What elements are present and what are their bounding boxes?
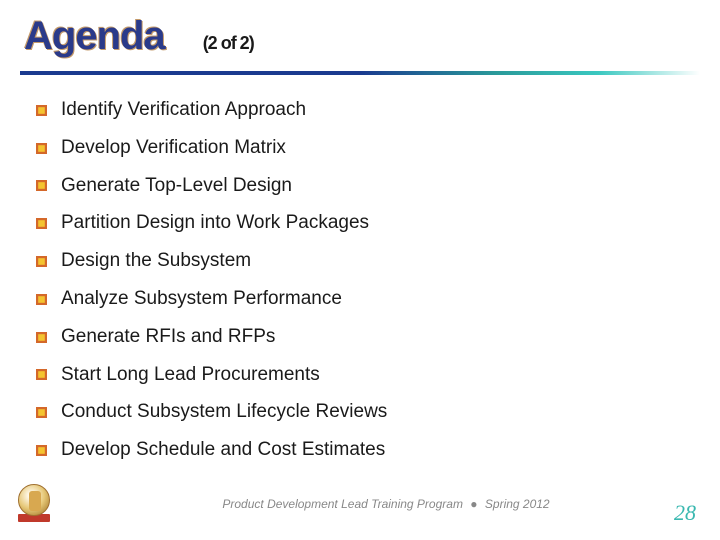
bullet-icon: [36, 369, 47, 380]
slide-content: Identify Verification Approach Develop V…: [0, 75, 720, 462]
slide-title: Agenda: [24, 14, 165, 59]
bullet-icon: [36, 218, 47, 229]
list-item-text: Start Long Lead Procurements: [61, 364, 320, 387]
page-number: 28: [674, 500, 696, 526]
list-item-text: Design the Subsystem: [61, 250, 251, 273]
list-item-text: Identify Verification Approach: [61, 99, 306, 122]
bullet-icon: [36, 407, 47, 418]
footer-separator: ●: [470, 497, 477, 511]
list-item-text: Generate Top-Level Design: [61, 175, 292, 198]
list-item: Develop Verification Matrix: [36, 137, 720, 160]
list-item-text: Conduct Subsystem Lifecycle Reviews: [61, 401, 387, 424]
bullet-icon: [36, 445, 47, 456]
bullet-icon: [36, 256, 47, 267]
bullet-icon: [36, 105, 47, 116]
list-item: Generate RFIs and RFPs: [36, 326, 720, 349]
bullet-icon: [36, 332, 47, 343]
list-item: Develop Schedule and Cost Estimates: [36, 439, 720, 462]
slide-header: Agenda (2 of 2): [0, 0, 720, 59]
list-item: Partition Design into Work Packages: [36, 212, 720, 235]
list-item: Identify Verification Approach: [36, 99, 720, 122]
list-item-text: Develop Verification Matrix: [61, 137, 286, 160]
list-item-text: Partition Design into Work Packages: [61, 212, 369, 235]
slide-footer: Product Development Lead Training Progra…: [0, 484, 720, 524]
list-item: Design the Subsystem: [36, 250, 720, 273]
list-item: Generate Top-Level Design: [36, 175, 720, 198]
list-item-text: Develop Schedule and Cost Estimates: [61, 439, 385, 462]
footer-term: Spring 2012: [485, 497, 550, 511]
footer-text: Product Development Lead Training Progra…: [52, 497, 720, 511]
page-indicator: (2 of 2): [203, 33, 254, 54]
footer-logo-icon: [18, 484, 52, 524]
bullet-icon: [36, 180, 47, 191]
list-item-text: Generate RFIs and RFPs: [61, 326, 275, 349]
bullet-icon: [36, 294, 47, 305]
list-item: Analyze Subsystem Performance: [36, 288, 720, 311]
agenda-list: Identify Verification Approach Develop V…: [36, 99, 720, 462]
bullet-icon: [36, 143, 47, 154]
footer-program: Product Development Lead Training Progra…: [222, 497, 463, 511]
list-item-text: Analyze Subsystem Performance: [61, 288, 342, 311]
list-item: Conduct Subsystem Lifecycle Reviews: [36, 401, 720, 424]
list-item: Start Long Lead Procurements: [36, 364, 720, 387]
